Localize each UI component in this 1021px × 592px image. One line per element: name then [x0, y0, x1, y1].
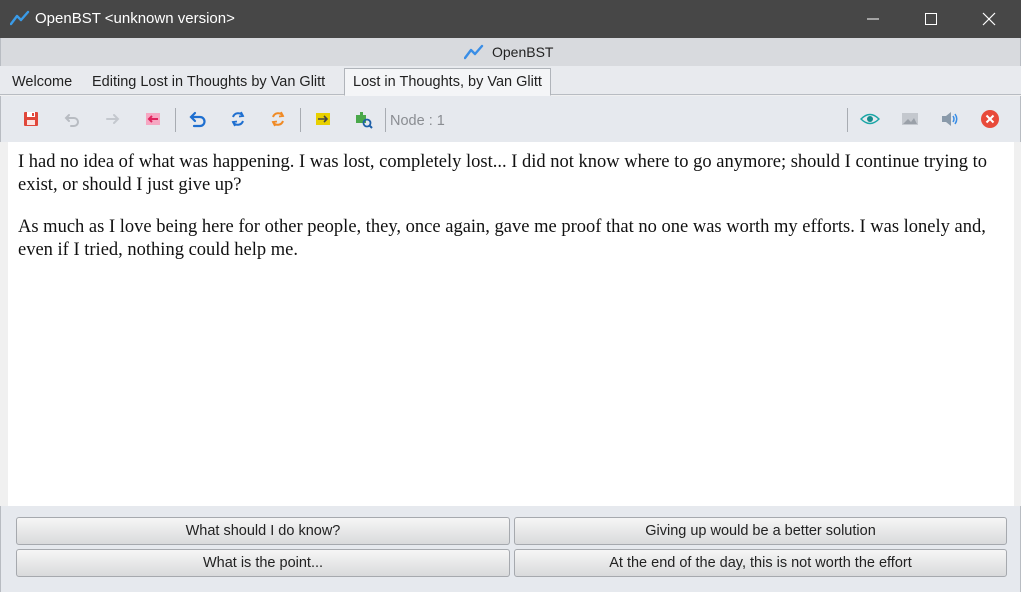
maximize-icon	[925, 13, 937, 25]
plugin-search-icon	[356, 112, 373, 129]
minimize-icon	[867, 18, 879, 20]
toolbar-separator	[385, 108, 386, 132]
story-paragraph: I had no idea of what was happening. I w…	[18, 152, 988, 195]
redo-button[interactable]	[102, 108, 124, 130]
reload-button[interactable]	[267, 108, 289, 130]
story-paragraph: As much as I love being here for other p…	[18, 217, 986, 260]
eye-icon	[860, 113, 880, 125]
jump-to-node-button[interactable]	[312, 108, 334, 130]
close-story-button[interactable]	[979, 108, 1001, 130]
plugin-search-button[interactable]	[352, 108, 374, 130]
toolbar-separator	[300, 108, 301, 132]
openbst-logo-icon	[9, 10, 30, 26]
close-story-icon	[981, 110, 999, 128]
title-bar: OpenBST <unknown version>	[0, 0, 1021, 38]
toggle-view-button[interactable]	[859, 108, 881, 130]
choice-button-1[interactable]: What should I do know?	[16, 517, 510, 545]
back-to-start-button[interactable]	[142, 108, 164, 130]
return-button[interactable]	[187, 108, 209, 130]
story-text-area: I had no idea of what was happening. I w…	[8, 142, 1014, 506]
choice-button-3[interactable]: What is the point...	[16, 549, 510, 577]
choices-panel: What should I do know? Giving up would b…	[0, 506, 1021, 592]
close-window-button[interactable]	[960, 0, 1018, 38]
toggle-sound-button[interactable]	[939, 108, 961, 130]
save-icon	[24, 112, 38, 126]
save-button[interactable]	[20, 108, 42, 130]
jump-icon	[316, 113, 330, 125]
minimize-button[interactable]	[844, 0, 902, 38]
close-icon	[982, 12, 996, 26]
sound-icon	[942, 112, 958, 126]
openbst-logo-icon	[464, 44, 484, 60]
node-indicator: Node : 1	[390, 113, 445, 129]
refresh-button[interactable]	[227, 108, 249, 130]
maximize-button[interactable]	[902, 0, 960, 38]
toolbar-separator	[175, 108, 176, 132]
app-brand-label: OpenBST	[492, 44, 554, 60]
choice-button-4[interactable]: At the end of the day, this is not worth…	[514, 549, 1007, 577]
choice-button-2[interactable]: Giving up would be a better solution	[514, 517, 1007, 545]
app-header: OpenBST	[0, 38, 1021, 66]
back-to-start-icon	[146, 113, 160, 125]
app-brand: OpenBST	[464, 43, 553, 61]
player-toolbar: Node : 1	[0, 96, 1021, 142]
toggle-images-button[interactable]	[899, 108, 921, 130]
undo-icon	[64, 114, 79, 127]
redo-icon	[106, 114, 120, 124]
reload-icon	[271, 111, 285, 127]
toolbar-separator	[847, 108, 848, 132]
tab-editing-story[interactable]: Editing Lost in Thoughts by Van Glitt	[84, 71, 333, 95]
tab-welcome[interactable]: Welcome	[4, 71, 80, 95]
image-icon	[902, 113, 918, 125]
tab-story-player[interactable]: Lost in Thoughts, by Van Glitt	[344, 68, 551, 96]
refresh-icon	[231, 111, 245, 127]
window-title: OpenBST <unknown version>	[35, 10, 235, 27]
undo-button[interactable]	[61, 108, 83, 130]
return-icon	[189, 111, 206, 128]
tab-bar: Welcome Editing Lost in Thoughts by Van …	[0, 66, 1021, 96]
